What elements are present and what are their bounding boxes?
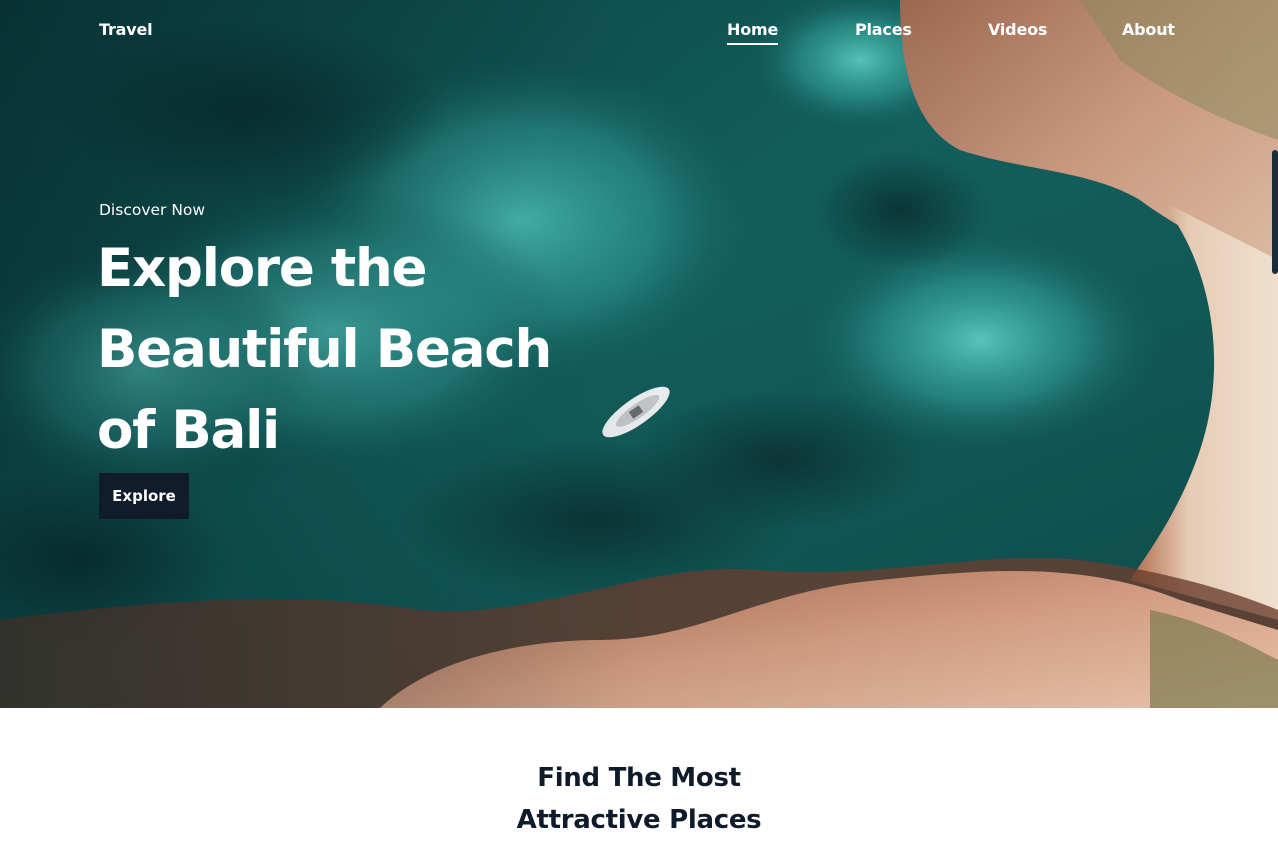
main-nav: Home Places Videos About bbox=[700, 20, 1200, 50]
scrollbar-thumb[interactable] bbox=[1272, 150, 1278, 274]
headline-line: of Bali bbox=[97, 400, 280, 461]
hero-banner: Travel Home Places Videos About Discover… bbox=[0, 0, 1278, 708]
headline-line: Beautiful Beach bbox=[97, 319, 552, 380]
nav-home[interactable]: Home bbox=[727, 20, 778, 45]
nav-places[interactable]: Places bbox=[855, 20, 912, 39]
explore-button[interactable]: Explore bbox=[99, 473, 189, 519]
section-title-line: Find The Most bbox=[537, 763, 741, 793]
hero-eyebrow: Discover Now bbox=[99, 201, 206, 219]
section-title: Find The Most Attractive Places bbox=[0, 757, 1278, 841]
hero-headline: Explore the Beautiful Beach of Bali bbox=[97, 228, 617, 471]
nav-about[interactable]: About bbox=[1122, 20, 1175, 39]
headline-line: Explore the bbox=[97, 238, 427, 299]
page: Travel Home Places Videos About Discover… bbox=[0, 0, 1278, 841]
section-title-line: Attractive Places bbox=[516, 805, 762, 835]
nav-videos[interactable]: Videos bbox=[988, 20, 1047, 39]
brand-logo[interactable]: Travel bbox=[99, 20, 153, 39]
